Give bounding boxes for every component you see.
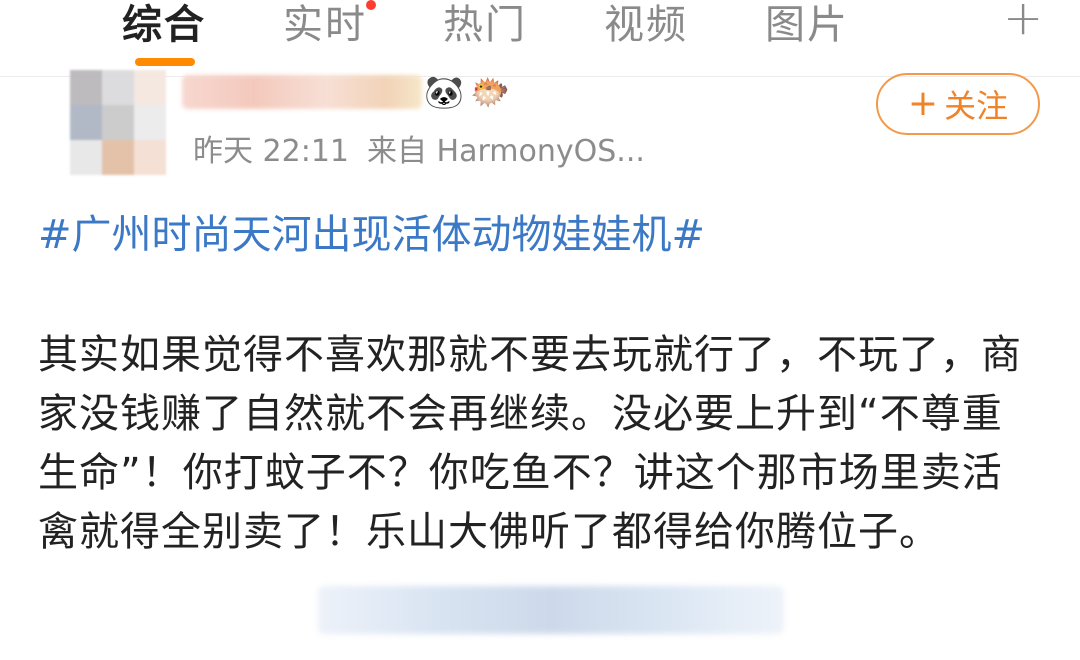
tab-bar: 综合 实时 热门 视频 图片 + [0, 0, 1080, 77]
tab-hot[interactable]: 热门 [443, 0, 527, 50]
avatar[interactable] [70, 70, 166, 176]
follow-button[interactable]: + 关注 [876, 73, 1040, 135]
post-content: 其实如果觉得不喜欢那就不要去玩就行了，不玩了，商家没钱赚了自然就不会再继续。没必… [38, 332, 1022, 555]
tab-realtime[interactable]: 实时 [283, 0, 367, 50]
tab-comprehensive[interactable]: 综合 [122, 0, 206, 50]
redacted-link[interactable] [318, 586, 784, 634]
tab-images[interactable]: 图片 [765, 0, 849, 50]
panda-icon: 🐼 [424, 73, 464, 111]
post-time: 昨天 22:11 [193, 134, 349, 169]
topic-link[interactable]: #广州时尚天河出现活体动物娃娃机# [38, 202, 705, 260]
post-meta: 昨天 22:11 来自 HarmonyOS... [193, 126, 645, 170]
plus-icon[interactable]: + [1003, 0, 1043, 46]
post-source[interactable]: 来自 HarmonyOS... [367, 134, 645, 169]
follow-label: 关注 [944, 87, 1009, 125]
username-blurred[interactable] [182, 75, 422, 109]
pufferfish-icon: 🐡 [470, 73, 510, 111]
notification-dot [366, 0, 376, 10]
plus-icon: + [907, 83, 939, 124]
tab-video[interactable]: 视频 [604, 0, 688, 50]
active-tab-indicator [135, 58, 195, 66]
